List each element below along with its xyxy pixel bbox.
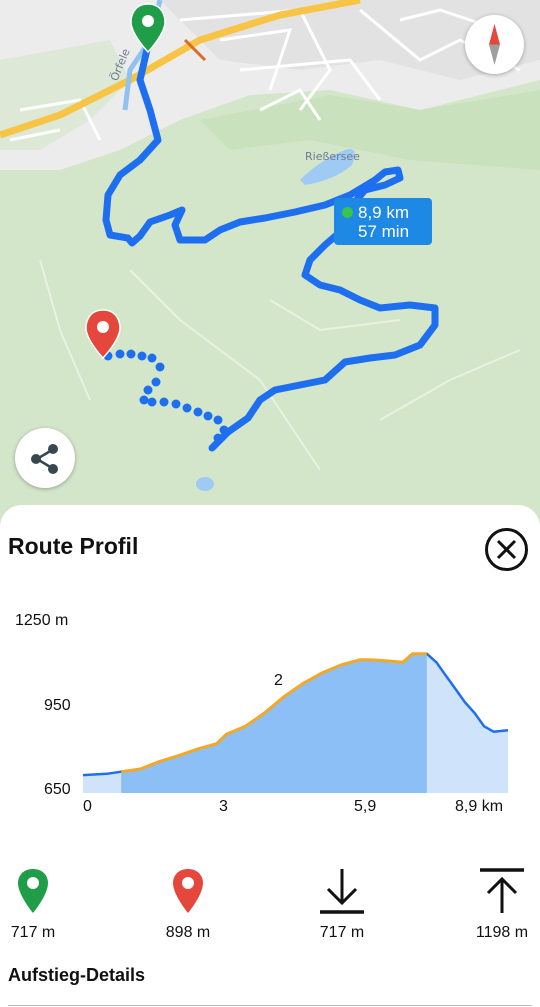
section-title: Aufstieg-Details <box>8 965 146 985</box>
stat-max-elevation: 1198 m <box>457 867 540 942</box>
x-tick-label: 5,9 <box>354 798 377 815</box>
x-tick-label: 3 <box>219 798 228 815</box>
stat-value: 898 m <box>165 924 211 941</box>
sheet-title: Route Profil <box>8 533 139 559</box>
y-tick-label: 650 <box>44 781 71 798</box>
route-distance: 8,9 km <box>358 203 410 222</box>
stat-value: 717 m <box>10 924 56 941</box>
stat-end-elevation: 898 m <box>143 867 233 942</box>
green-pin-icon <box>18 869 48 913</box>
red-pin-icon <box>173 869 203 913</box>
profile-marker-label: 2 <box>274 672 283 689</box>
stat-start-elevation: 717 m <box>0 867 78 942</box>
elevation-profile-chart[interactable]: 2 <box>83 633 508 793</box>
route-profile-sheet: Route Profil 1250 m 950 650 2 0 3 5,9 8,… <box>0 505 540 1007</box>
arrow-down-icon <box>320 869 364 914</box>
stat-descent: 717 m <box>297 867 387 942</box>
y-tick-label: 950 <box>44 697 71 714</box>
map-canvas[interactable] <box>0 0 540 530</box>
close-circle-icon[interactable] <box>484 527 529 572</box>
compass-button[interactable] <box>465 15 524 74</box>
stat-value: 1198 m <box>475 924 529 941</box>
x-tick-label: 8,9 km <box>455 798 504 815</box>
route-summary-badge[interactable]: 8,9 km 57 min <box>334 198 432 245</box>
share-icon <box>31 444 58 474</box>
arrow-up-bar-icon <box>480 868 524 913</box>
share-button[interactable] <box>15 428 75 488</box>
route-dot-icon <box>342 207 353 218</box>
compass-icon <box>489 24 500 65</box>
map-view[interactable]: Örfele Rießersee 8,9 km 57 min <box>0 0 540 530</box>
x-tick-label: 0 <box>83 798 92 815</box>
route-time: 57 min <box>358 222 410 241</box>
y-tick-label: 1250 m <box>15 612 69 629</box>
divider <box>8 1005 532 1006</box>
stat-value: 717 m <box>319 924 365 941</box>
lake-label: Rießersee <box>305 150 360 163</box>
